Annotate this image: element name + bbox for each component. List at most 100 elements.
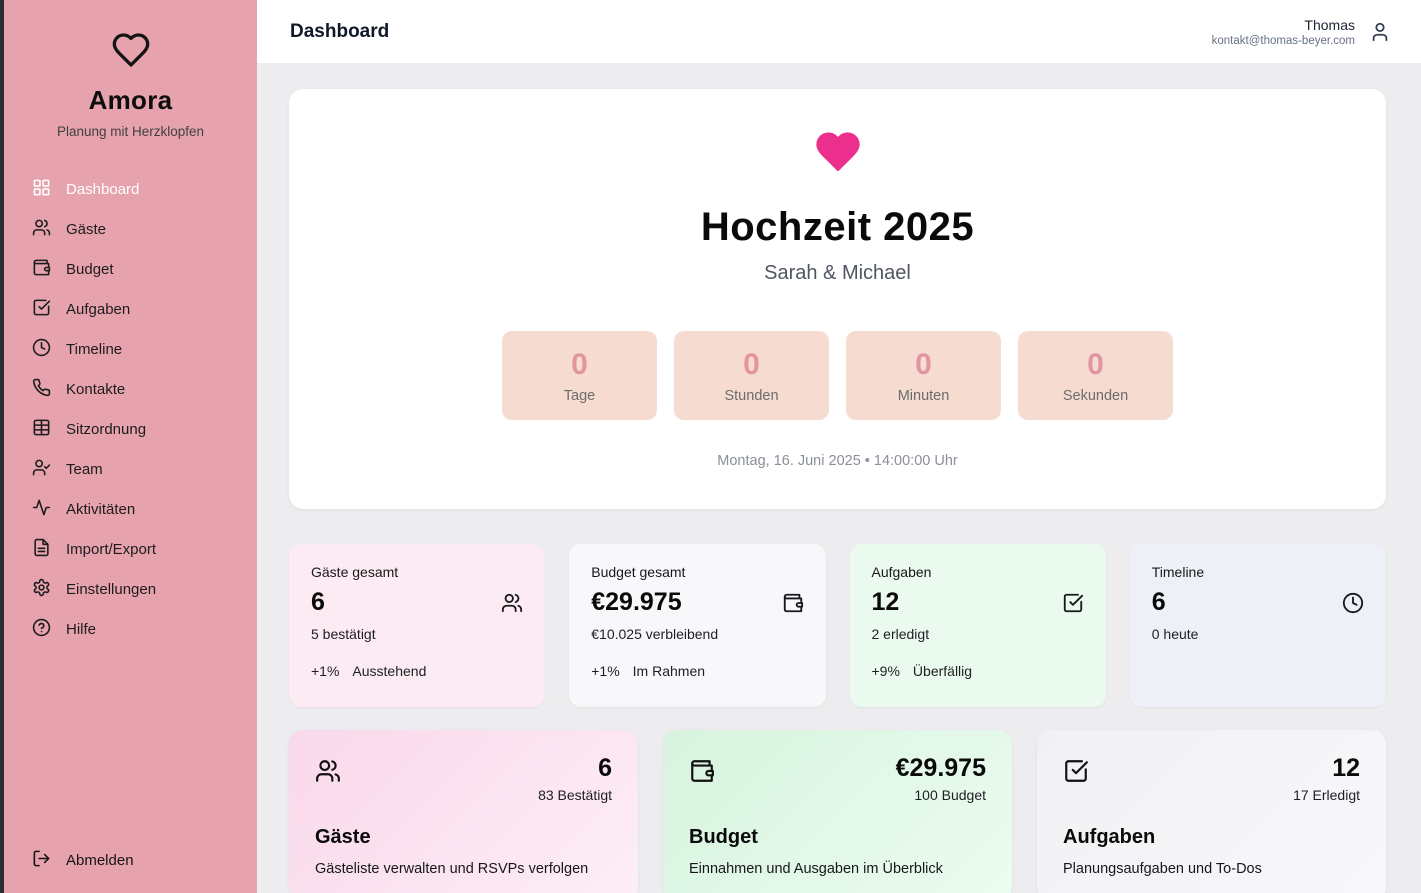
stat-card-budget[interactable]: Budget gesamt €29.975 €10.025 verbleiben…	[569, 544, 825, 707]
stat-subtitle: 2 erledigt	[872, 626, 1084, 642]
sidebar-item-dashboard[interactable]: Dashboard	[4, 169, 257, 209]
feature-cards-row: 6 83 Bestätigt Gäste Gästeliste verwalte…	[289, 730, 1386, 893]
stat-value: 12	[872, 588, 900, 617]
sidebar-item-aufgaben[interactable]: Aufgaben	[4, 289, 257, 329]
countdown-days-value: 0	[571, 348, 588, 382]
grid-icon	[32, 178, 51, 201]
stat-card-gaeste[interactable]: Gäste gesamt 6 5 bestätigt +1% Ausstehen…	[289, 544, 545, 707]
stat-label: Timeline	[1152, 564, 1364, 580]
wedding-title: Hochzeit 2025	[289, 205, 1386, 250]
feature-stat: €29.975	[896, 754, 986, 783]
sidebar-item-import-export[interactable]: Import/Export	[4, 529, 257, 569]
sidebar-item-einstellungen[interactable]: Einstellungen	[4, 569, 257, 609]
user-icon[interactable]	[1369, 21, 1391, 43]
couple-names: Sarah & Michael	[289, 262, 1386, 285]
dashboard-content: Hochzeit 2025 Sarah & Michael 0 Tage 0 S…	[257, 63, 1421, 893]
users-icon	[32, 218, 51, 241]
sidebar-item-budget[interactable]: Budget	[4, 249, 257, 289]
sidebar-item-label: Kontakte	[66, 381, 125, 398]
sidebar-item-aktivitaeten[interactable]: Aktivitäten	[4, 489, 257, 529]
countdown-days: 0 Tage	[502, 331, 657, 420]
stat-delta: +1%	[591, 663, 619, 679]
gear-icon	[32, 578, 51, 601]
sidebar-item-label: Dashboard	[66, 181, 139, 198]
user-email: kontakt@thomas-beyer.com	[1212, 35, 1355, 47]
stat-subtitle: €10.025 verbleibend	[591, 626, 803, 642]
user-name: Thomas	[1212, 17, 1355, 33]
feature-stat-sub: 17 Erledigt	[1293, 787, 1360, 803]
sidebar-item-label: Timeline	[66, 341, 122, 358]
countdown-minutes: 0 Minuten	[846, 331, 1001, 420]
wallet-icon	[32, 258, 51, 281]
sidebar-item-gaeste[interactable]: Gäste	[4, 209, 257, 249]
countdown: 0 Tage 0 Stunden 0 Minuten 0 Sekunden	[289, 331, 1386, 420]
feature-description: Gästeliste verwalten und RSVPs verfolgen	[315, 861, 612, 877]
file-text-icon	[32, 538, 51, 561]
sidebar-header: Amora Planung mit Herzklopfen	[4, 0, 257, 139]
feature-card-budget[interactable]: €29.975 100 Budget Budget Einnahmen und …	[663, 730, 1012, 893]
stat-delta-label: Im Rahmen	[633, 663, 705, 679]
sidebar-item-kontakte[interactable]: Kontakte	[4, 369, 257, 409]
check-square-icon	[1062, 592, 1084, 614]
check-square-icon	[32, 298, 51, 321]
clock-icon	[32, 338, 51, 361]
feature-title: Gäste	[315, 826, 612, 849]
feature-card-gaeste[interactable]: 6 83 Bestätigt Gäste Gästeliste verwalte…	[289, 730, 638, 893]
feature-description: Einnahmen und Ausgaben im Überblick	[689, 861, 986, 877]
sidebar: Amora Planung mit Herzklopfen Dashboard …	[0, 0, 257, 893]
countdown-seconds: 0 Sekunden	[1018, 331, 1173, 420]
check-square-icon	[1063, 758, 1089, 784]
sidebar-item-label: Budget	[66, 261, 114, 278]
wallet-icon	[782, 592, 804, 614]
heart-filled-icon	[810, 165, 866, 182]
stat-label: Aufgaben	[872, 564, 1084, 580]
sidebar-item-label: Einstellungen	[66, 581, 156, 598]
logout-label: Abmelden	[66, 852, 134, 869]
logout-icon	[32, 849, 51, 872]
countdown-hours-unit: Stunden	[724, 388, 778, 404]
countdown-hours: 0 Stunden	[674, 331, 829, 420]
sidebar-item-label: Team	[66, 461, 103, 478]
wedding-hero-card: Hochzeit 2025 Sarah & Michael 0 Tage 0 S…	[289, 89, 1386, 509]
countdown-hours-value: 0	[743, 348, 760, 382]
sidebar-item-label: Gäste	[66, 221, 106, 238]
countdown-minutes-value: 0	[915, 348, 932, 382]
stat-delta: +9%	[872, 663, 900, 679]
sidebar-item-sitzordnung[interactable]: Sitzordnung	[4, 409, 257, 449]
stat-value: 6	[311, 588, 325, 617]
countdown-seconds-value: 0	[1087, 348, 1104, 382]
stat-delta-label: Überfällig	[913, 663, 972, 679]
stat-card-timeline[interactable]: Timeline 6 0 heute	[1130, 544, 1386, 707]
logout-button[interactable]: Abmelden	[4, 845, 257, 893]
phone-icon	[32, 378, 51, 401]
help-circle-icon	[32, 618, 51, 641]
stat-label: Gäste gesamt	[311, 564, 523, 580]
clock-icon	[1342, 592, 1364, 614]
stat-card-aufgaben[interactable]: Aufgaben 12 2 erledigt +9% Überfällig	[850, 544, 1106, 707]
sidebar-item-hilfe[interactable]: Hilfe	[4, 609, 257, 649]
wedding-date: Montag, 16. Juni 2025 • 14:00:00 Uhr	[289, 453, 1386, 469]
feature-title: Budget	[689, 826, 986, 849]
activity-icon	[32, 498, 51, 521]
stat-label: Budget gesamt	[591, 564, 803, 580]
stat-delta-label: Ausstehend	[352, 663, 426, 679]
sidebar-item-label: Aktivitäten	[66, 501, 135, 518]
app-name: Amora	[4, 85, 257, 116]
sidebar-item-team[interactable]: Team	[4, 449, 257, 489]
users-icon	[501, 592, 523, 614]
stat-value: €29.975	[591, 588, 681, 617]
feature-card-aufgaben[interactable]: 12 17 Erledigt Aufgaben Planungsaufgaben…	[1037, 730, 1386, 893]
user-block: Thomas kontakt@thomas-beyer.com	[1212, 17, 1355, 47]
sidebar-item-timeline[interactable]: Timeline	[4, 329, 257, 369]
feature-stat: 12	[1293, 754, 1360, 783]
feature-stat: 6	[538, 754, 612, 783]
feature-stat-sub: 100 Budget	[896, 787, 986, 803]
topbar-user-area: Thomas kontakt@thomas-beyer.com	[1212, 17, 1391, 47]
feature-description: Planungsaufgaben und To-Dos	[1063, 861, 1360, 877]
table-icon	[32, 418, 51, 441]
feature-stat-sub: 83 Bestätigt	[538, 787, 612, 803]
page-title: Dashboard	[290, 21, 389, 43]
countdown-seconds-unit: Sekunden	[1063, 388, 1128, 404]
main-area: Dashboard Thomas kontakt@thomas-beyer.co…	[257, 0, 1421, 893]
sidebar-item-label: Aufgaben	[66, 301, 130, 318]
